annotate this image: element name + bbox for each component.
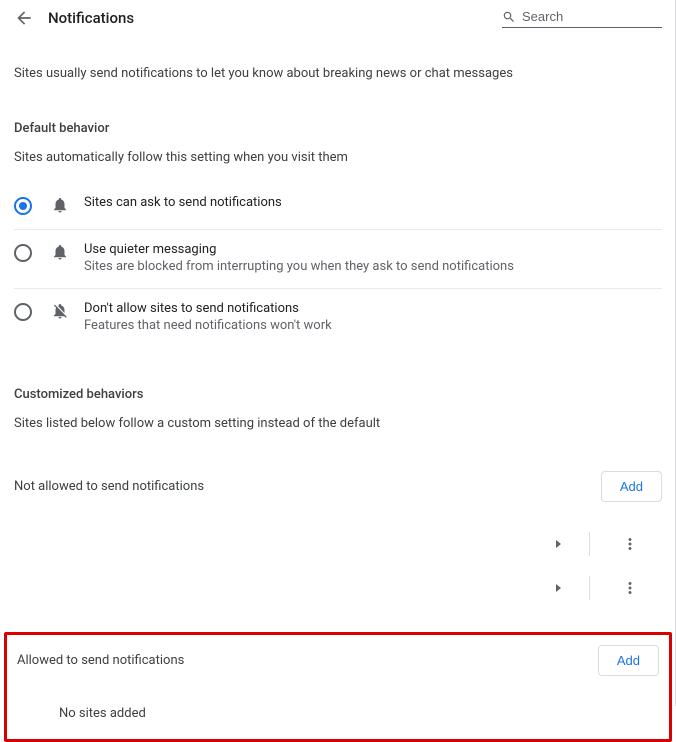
page-title: Notifications [48,9,502,27]
radio-button[interactable] [14,197,32,215]
separator [589,532,590,556]
header: Notifications [0,0,676,32]
add-allowed-button[interactable]: Add [598,645,659,676]
not-allowed-label: Not allowed to send notifications [14,479,204,494]
option-quieter[interactable]: Use quieter messaging Sites are blocked … [14,230,662,289]
customized-sub: Sites listed below follow a custom setti… [14,416,662,431]
default-behavior-options: Sites can ask to send notifications Use … [14,183,662,347]
search-input[interactable] [522,9,662,24]
customized-heading: Customized behaviors [14,387,662,402]
default-behavior-heading: Default behavior [14,121,662,136]
bell-off-icon [50,301,70,321]
chevron-right-icon[interactable] [556,584,561,592]
arrow-left-icon [14,8,34,28]
add-not-allowed-button[interactable]: Add [601,471,662,502]
option-desc: Sites are blocked from interrupting you … [84,259,662,274]
option-title: Sites can ask to send notifications [84,195,662,210]
option-ask[interactable]: Sites can ask to send notifications [14,183,662,230]
more-button[interactable] [618,532,642,556]
option-title: Don't allow sites to send notifications [84,301,662,316]
not-allowed-list [14,522,662,610]
allowed-section-highlight: Allowed to send notifications Add No sit… [4,632,672,742]
separator [589,576,590,600]
bell-icon [50,242,70,262]
bell-icon [50,195,70,215]
chevron-right-icon[interactable] [556,540,561,548]
radio-button[interactable] [14,303,32,321]
site-row[interactable] [14,522,662,566]
allowed-label: Allowed to send notifications [17,653,184,668]
back-button[interactable] [14,8,34,28]
option-disallow[interactable]: Don't allow sites to send notifications … [14,289,662,347]
more-vert-icon [621,535,639,553]
radio-button[interactable] [14,244,32,262]
option-desc: Features that need notifications won't w… [84,318,662,333]
not-allowed-header: Not allowed to send notifications Add [14,471,662,502]
default-behavior-sub: Sites automatically follow this setting … [14,150,662,165]
site-row[interactable] [14,566,662,610]
more-vert-icon [621,579,639,597]
search-icon [502,9,516,25]
search-field[interactable] [502,9,662,28]
intro-text: Sites usually send notifications to let … [14,66,662,81]
allowed-header: Allowed to send notifications Add [17,645,659,676]
option-title: Use quieter messaging [84,242,662,257]
no-sites-text: No sites added [59,706,659,721]
more-button[interactable] [618,576,642,600]
